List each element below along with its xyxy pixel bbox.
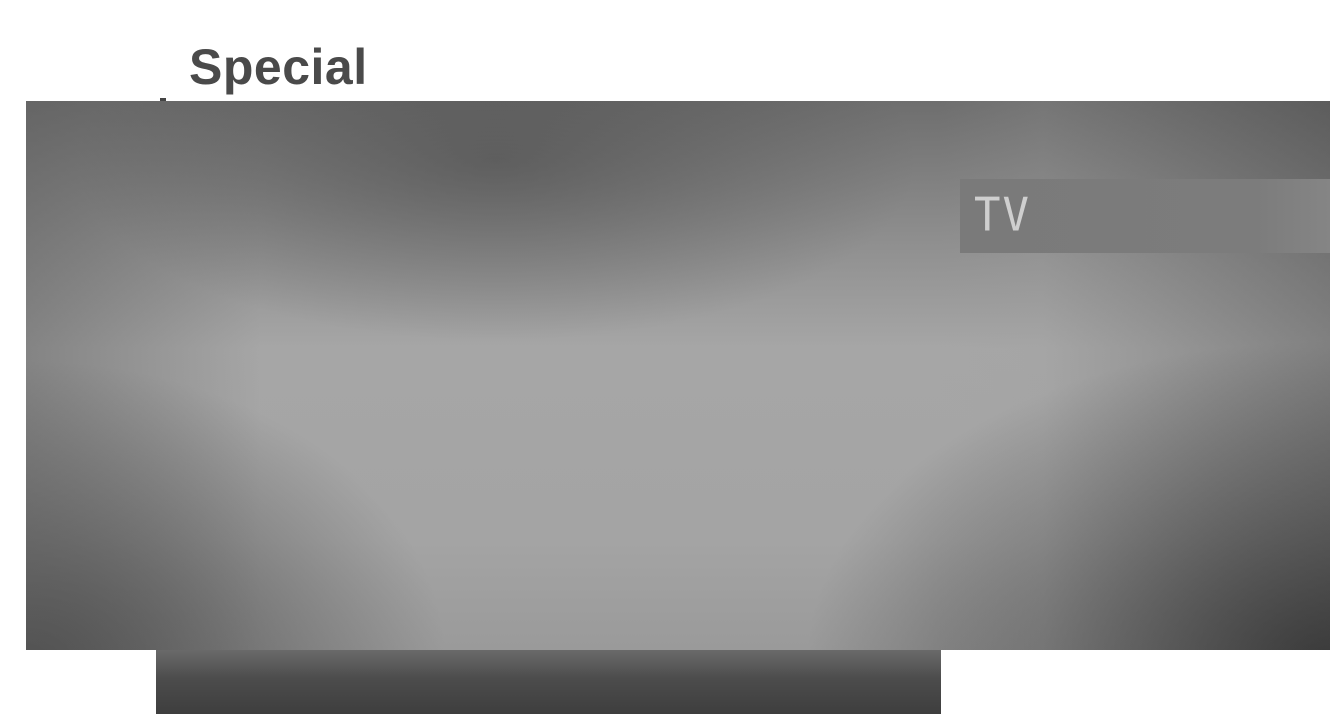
menu-page: Special TV [0,0,1330,714]
menu-screen: TV [26,101,1330,650]
page-title: Special [189,39,368,95]
menu-option-label: TV [974,188,1031,243]
bottom-bar [156,650,941,714]
menu-option-tv[interactable]: TV [960,179,1330,253]
